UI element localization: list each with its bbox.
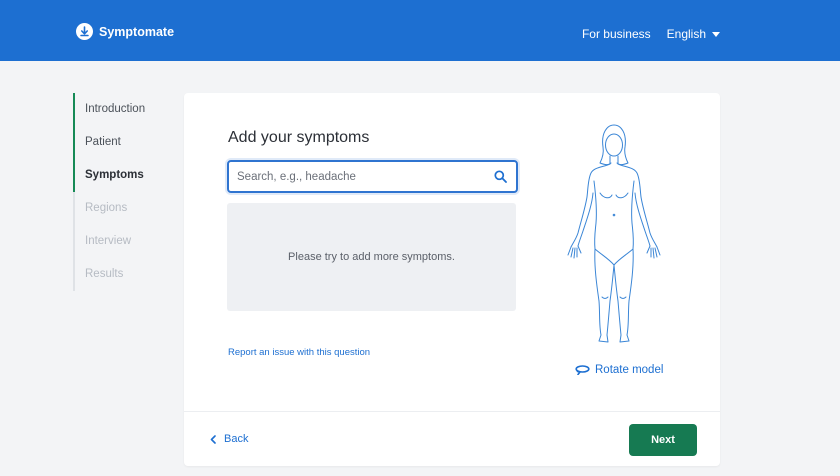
for-business-link[interactable]: For business: [582, 27, 651, 41]
card-divider: [184, 411, 720, 412]
chevron-left-icon: [210, 434, 216, 444]
rotate-model-button[interactable]: Rotate model: [575, 364, 663, 376]
symptomate-logo-icon: [76, 23, 93, 40]
back-label: Back: [224, 433, 249, 445]
step-patient[interactable]: Patient: [72, 126, 145, 159]
step-symptoms[interactable]: Symptoms: [72, 159, 145, 192]
step-introduction[interactable]: Introduction: [72, 93, 145, 126]
body-model-figure[interactable]: [554, 121, 674, 349]
top-nav-links: For business English: [582, 27, 720, 41]
back-button[interactable]: Back: [210, 433, 248, 445]
step-results: Results: [85, 268, 124, 280]
rotate-icon: [575, 365, 590, 375]
search-icon[interactable]: [494, 170, 507, 183]
report-issue-link[interactable]: Report an issue with this question: [228, 347, 370, 358]
page-title: Add your symptoms: [228, 129, 370, 146]
symptom-search-input[interactable]: [237, 162, 485, 191]
symptoms-empty-state: Please try to add more symptoms.: [227, 203, 516, 311]
empty-state-message: Please try to add more symptoms.: [288, 251, 455, 263]
language-label: English: [666, 27, 706, 41]
progress-steps: Introduction Patient Symptoms Regions In…: [72, 93, 145, 291]
brand-logo-link[interactable]: Symptomate: [76, 23, 174, 40]
brand-name: Symptomate: [99, 24, 175, 39]
caret-down-icon: [712, 31, 720, 37]
language-selector[interactable]: English: [667, 27, 720, 41]
step-interview: Interview: [85, 235, 132, 247]
top-navigation-bar: Symptomate For business English: [0, 0, 840, 61]
rotate-model-label: Rotate model: [595, 364, 664, 376]
step-regions: Regions: [85, 202, 128, 214]
search-box: [227, 160, 518, 193]
symptoms-card: Add your symptoms Please try to add more…: [184, 93, 720, 466]
next-button[interactable]: Next: [629, 424, 697, 456]
